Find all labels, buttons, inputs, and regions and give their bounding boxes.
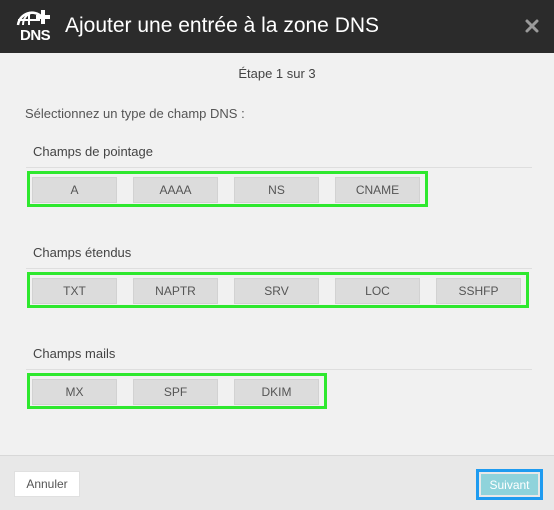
- dns-icon-label: DNS: [20, 27, 51, 44]
- next-button-highlight: Suivant: [476, 469, 543, 500]
- dialog-header: DNS Ajouter une entrée à la zone DNS: [0, 0, 554, 53]
- type-button-txt[interactable]: TXT: [32, 278, 117, 304]
- type-button-sshfp[interactable]: SSHFP: [436, 278, 521, 304]
- dns-globe-icon: DNS: [14, 9, 54, 45]
- type-button-aaaa[interactable]: AAAA: [133, 177, 218, 203]
- type-button-loc[interactable]: LOC: [335, 278, 420, 304]
- section-title-pointage: Champs de pointage: [33, 144, 153, 159]
- dns-entry-dialog: DNS Ajouter une entrée à la zone DNS Éta…: [0, 0, 554, 510]
- dialog-footer: Annuler Suivant: [0, 455, 554, 510]
- type-button-a[interactable]: A: [32, 177, 117, 203]
- button-group-pointage: A AAAA NS CNAME: [27, 171, 428, 207]
- section-divider: [26, 369, 532, 370]
- type-button-ns[interactable]: NS: [234, 177, 319, 203]
- next-button[interactable]: Suivant: [481, 474, 538, 495]
- close-icon[interactable]: [524, 18, 540, 34]
- dialog-title: Ajouter une entrée à la zone DNS: [65, 14, 380, 37]
- type-button-srv[interactable]: SRV: [234, 278, 319, 304]
- section-divider: [26, 167, 532, 168]
- type-button-dkim[interactable]: DKIM: [234, 379, 319, 405]
- type-prompt: Sélectionnez un type de champ DNS :: [25, 106, 245, 121]
- type-button-mx[interactable]: MX: [32, 379, 117, 405]
- section-divider: [26, 268, 532, 269]
- type-button-naptr[interactable]: NAPTR: [133, 278, 218, 304]
- button-group-mails: MX SPF DKIM: [27, 373, 327, 409]
- cancel-button[interactable]: Annuler: [14, 471, 80, 497]
- section-title-mails: Champs mails: [33, 346, 116, 361]
- section-title-etendus: Champs étendus: [33, 245, 132, 260]
- type-button-spf[interactable]: SPF: [133, 379, 218, 405]
- type-button-cname[interactable]: CNAME: [335, 177, 420, 203]
- button-group-etendus: TXT NAPTR SRV LOC SSHFP: [27, 272, 529, 308]
- step-indicator: Étape 1 sur 3: [238, 66, 316, 81]
